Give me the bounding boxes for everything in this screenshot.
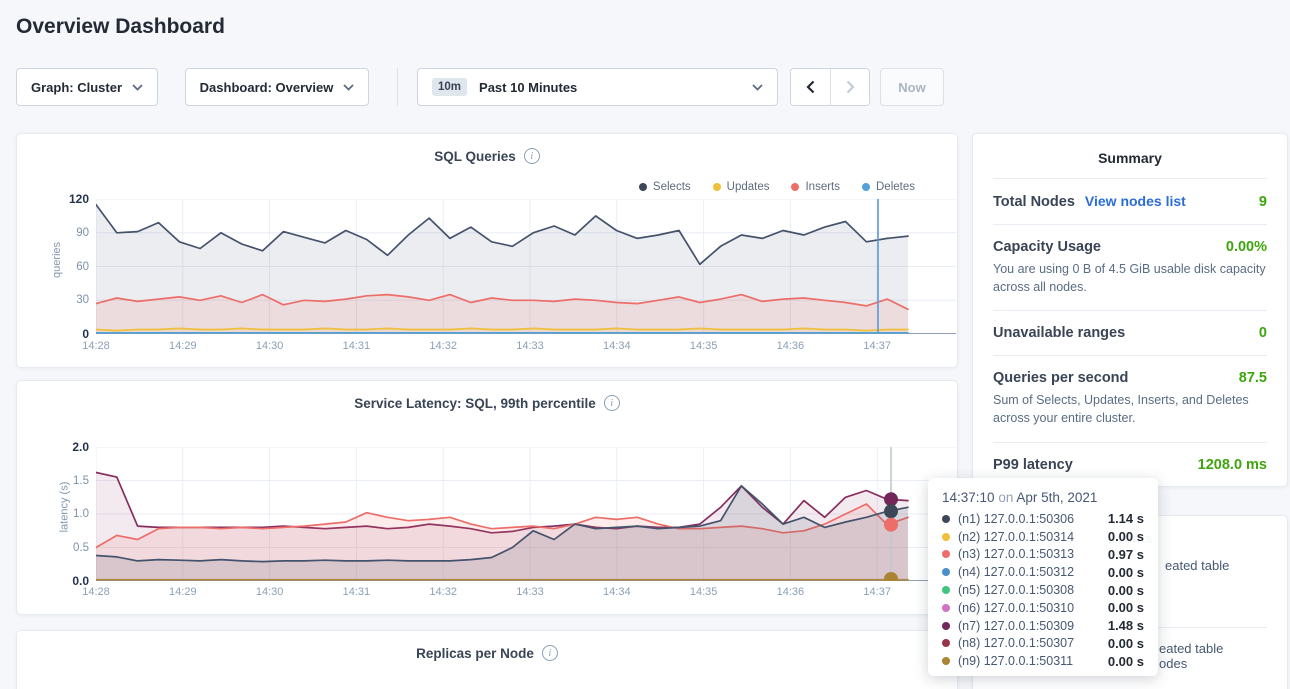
chevron-down-icon bbox=[343, 84, 354, 91]
node-dot-icon bbox=[942, 622, 950, 630]
legend-item-deletes[interactable]: Deletes bbox=[862, 181, 915, 193]
legend-item-inserts[interactable]: Inserts bbox=[791, 181, 840, 193]
next-time-button[interactable] bbox=[830, 69, 869, 105]
sql-legend: Selects Updates Inserts Deletes bbox=[639, 181, 915, 193]
inserts-dot-icon bbox=[791, 183, 799, 191]
node-dot-icon bbox=[942, 639, 950, 647]
dashboard-dropdown[interactable]: Dashboard: Overview bbox=[185, 68, 369, 106]
now-button[interactable]: Now bbox=[880, 68, 944, 106]
chart-hover-tooltip: 14:37:10 on Apr 5th, 2021 (n1) 127.0.0.1… bbox=[928, 478, 1158, 676]
node-dot-icon bbox=[942, 515, 950, 523]
dashboard-dropdown-label: Dashboard: Overview bbox=[200, 80, 334, 95]
y-tick: 2.0 bbox=[45, 440, 89, 454]
legend-item-updates[interactable]: Updates bbox=[713, 181, 770, 193]
service-latency-plot[interactable] bbox=[96, 447, 956, 581]
tooltip-row: (n8) 127.0.0.1:503070.00 s bbox=[942, 635, 1144, 653]
summary-row-qps: Queries per second 87.5 Sum of Selects, … bbox=[993, 355, 1267, 441]
y-tick: 1.0 bbox=[45, 508, 89, 520]
unavailable-ranges-value: 0 bbox=[1259, 325, 1267, 341]
node-dot-icon bbox=[942, 586, 950, 594]
time-preset-badge: 10m bbox=[432, 78, 467, 96]
selects-dot-icon bbox=[639, 183, 647, 191]
tooltip-row: (n2) 127.0.0.1:503140.00 s bbox=[942, 528, 1144, 546]
chart-title: Service Latency: SQL, 99th percentile bbox=[354, 396, 596, 411]
graph-dropdown[interactable]: Graph: Cluster bbox=[16, 68, 158, 106]
total-nodes-value: 9 bbox=[1259, 194, 1267, 210]
time-range-selector[interactable]: 10m Past 10 Minutes bbox=[417, 68, 778, 106]
node-dot-icon bbox=[942, 550, 950, 558]
y-tick: 0.5 bbox=[45, 542, 89, 554]
event-text-fragment: odes bbox=[1159, 656, 1187, 671]
updates-dot-icon bbox=[713, 183, 721, 191]
view-nodes-list-link[interactable]: View nodes list bbox=[1085, 193, 1186, 209]
graph-dropdown-label: Graph: Cluster bbox=[31, 80, 122, 95]
x-axis: 14:2814:2914:3014:3114:3214:3314:3414:35… bbox=[96, 586, 976, 602]
legend-item-selects[interactable]: Selects bbox=[639, 181, 691, 193]
node-dot-icon bbox=[942, 568, 950, 576]
y-axis-label: latency (s) bbox=[58, 482, 70, 533]
chart-title: Replicas per Node bbox=[416, 646, 534, 661]
y-tick: 1.5 bbox=[45, 475, 89, 487]
sql-queries-card: SQL Queries i Selects Updates Inserts De… bbox=[16, 133, 958, 368]
node-dot-icon bbox=[942, 533, 950, 541]
event-text-fragment: eated table bbox=[1165, 558, 1229, 573]
queries-per-second-value: 87.5 bbox=[1239, 370, 1267, 386]
tooltip-row: (n3) 127.0.0.1:503130.97 s bbox=[942, 546, 1144, 564]
tooltip-row: (n7) 127.0.0.1:503091.48 s bbox=[942, 617, 1144, 635]
time-nav-group bbox=[790, 68, 870, 106]
y-tick: 120 bbox=[45, 192, 89, 206]
page-title: Overview Dashboard bbox=[16, 15, 225, 39]
node-dot-icon bbox=[942, 657, 950, 665]
deletes-dot-icon bbox=[862, 183, 870, 191]
toolbar-divider bbox=[397, 68, 398, 106]
info-icon[interactable]: i bbox=[604, 395, 620, 411]
tooltip-row: (n6) 127.0.0.1:503100.00 s bbox=[942, 599, 1144, 617]
summary-row-capacity: Capacity Usage 0.00% You are using 0 B o… bbox=[993, 224, 1267, 310]
y-tick: 0 bbox=[45, 327, 89, 341]
summary-panel: Summary Total Nodes View nodes list 9 Ca… bbox=[972, 133, 1288, 487]
tooltip-row: (n9) 127.0.0.1:503110.00 s bbox=[942, 652, 1144, 670]
chevron-down-icon bbox=[752, 84, 763, 91]
summary-row-total-nodes: Total Nodes View nodes list 9 bbox=[993, 178, 1267, 224]
sql-queries-plot[interactable] bbox=[96, 199, 956, 334]
service-latency-card: Service Latency: SQL, 99th percentile i … bbox=[16, 380, 958, 615]
tooltip-timestamp: 14:37:10 on Apr 5th, 2021 bbox=[942, 490, 1144, 505]
replicas-per-node-card: Replicas per Node i bbox=[16, 630, 958, 689]
tooltip-row: (n4) 127.0.0.1:503120.00 s bbox=[942, 563, 1144, 581]
info-icon[interactable]: i bbox=[524, 148, 540, 164]
tooltip-row: (n1) 127.0.0.1:503061.14 s bbox=[942, 510, 1144, 528]
chart-title: SQL Queries bbox=[434, 149, 516, 164]
capacity-usage-desc: You are using 0 B of 4.5 GiB usable disk… bbox=[993, 260, 1267, 296]
tooltip-row: (n5) 127.0.0.1:503080.00 s bbox=[942, 581, 1144, 599]
event-text-fragment: eated table bbox=[1159, 641, 1223, 656]
info-icon[interactable]: i bbox=[542, 645, 558, 661]
y-tick: 90 bbox=[45, 227, 89, 239]
p99-latency-value: 1208.0 ms bbox=[1198, 457, 1267, 473]
node-dot-icon bbox=[942, 604, 950, 612]
capacity-usage-value: 0.00% bbox=[1226, 239, 1267, 255]
y-tick: 60 bbox=[45, 261, 89, 273]
chevron-down-icon bbox=[132, 84, 143, 91]
summary-title: Summary bbox=[993, 150, 1267, 166]
prev-time-button[interactable] bbox=[791, 69, 830, 105]
summary-row-unavailable-ranges: Unavailable ranges 0 bbox=[993, 310, 1267, 355]
x-axis: 14:2814:2914:3014:3114:3214:3314:3414:35… bbox=[96, 340, 976, 356]
qps-desc: Sum of Selects, Updates, Inserts, and De… bbox=[993, 391, 1267, 427]
time-range-label: Past 10 Minutes bbox=[479, 80, 577, 95]
y-tick: 30 bbox=[45, 294, 89, 306]
